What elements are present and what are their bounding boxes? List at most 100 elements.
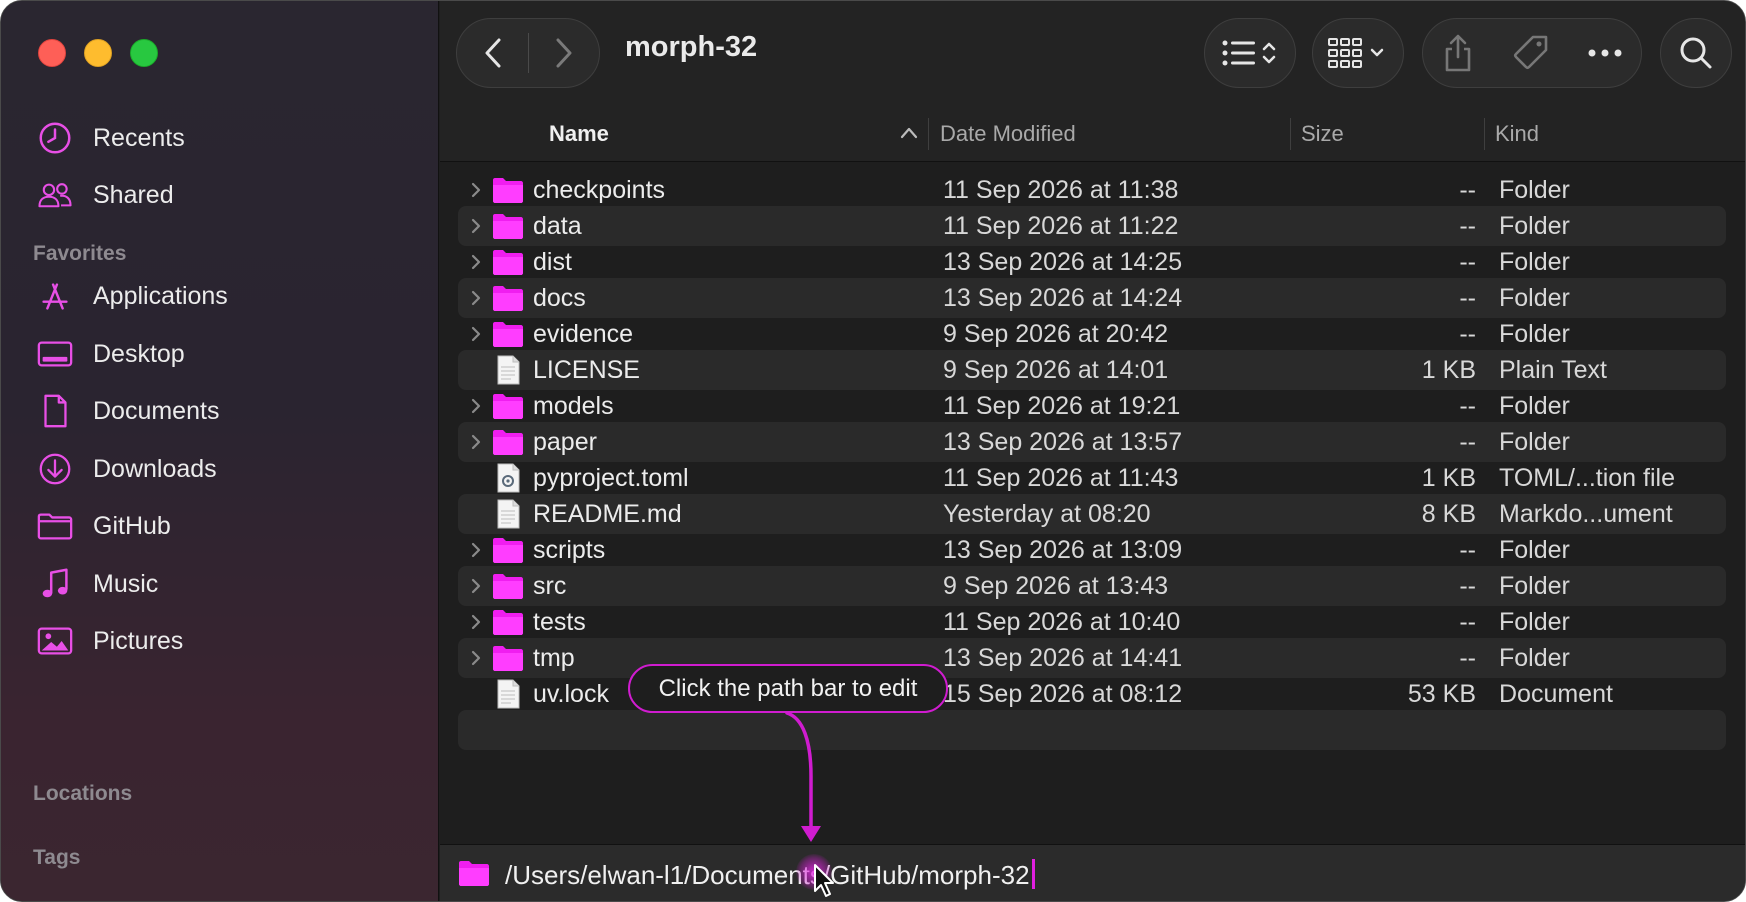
disclosure-chevron-icon[interactable] bbox=[466, 540, 486, 560]
file-size: -- bbox=[1459, 176, 1476, 204]
file-name: checkpoints bbox=[533, 176, 666, 204]
forward-button[interactable] bbox=[529, 36, 599, 70]
file-size: -- bbox=[1459, 428, 1476, 456]
config-file-icon bbox=[497, 463, 520, 493]
sidebar-item-pictures[interactable]: Pictures bbox=[31, 617, 411, 665]
file-kind: Plain Text bbox=[1499, 356, 1607, 384]
file-name: tmp bbox=[533, 644, 575, 672]
disclosure-chevron-icon[interactable] bbox=[466, 648, 486, 668]
file-size: -- bbox=[1459, 212, 1476, 240]
sidebar-item-recents[interactable]: Recents bbox=[31, 114, 411, 162]
disclosure-chevron-icon[interactable] bbox=[466, 180, 486, 200]
disclosure-chevron-icon[interactable] bbox=[466, 288, 486, 308]
zoom-window-button[interactable] bbox=[130, 39, 158, 67]
sidebar-item-music[interactable]: Music bbox=[31, 560, 411, 608]
pictures-icon bbox=[31, 617, 79, 665]
disclosure-chevron-icon[interactable] bbox=[466, 432, 486, 452]
path-text-field[interactable]: /Users/elwan-l1/Documents/GitHub/morph-3… bbox=[505, 859, 1035, 891]
file-kind: Markdo...ument bbox=[1499, 500, 1673, 528]
folder-icon bbox=[493, 322, 523, 347]
file-row[interactable]: models 11 Sep 2026 at 19:21 -- Folder bbox=[458, 386, 1726, 426]
file-kind: Folder bbox=[1499, 248, 1570, 276]
sidebar-item-documents[interactable]: Documents bbox=[31, 387, 411, 435]
search-button[interactable] bbox=[1660, 18, 1732, 88]
hint-arrow-icon bbox=[785, 711, 821, 842]
text-caret bbox=[1031, 859, 1035, 889]
folder-icon bbox=[493, 250, 523, 275]
file-row[interactable]: scripts 13 Sep 2026 at 13:09 -- Folder bbox=[458, 530, 1726, 570]
folder-icon bbox=[493, 538, 523, 563]
column-name[interactable]: Name bbox=[549, 121, 609, 147]
file-row[interactable]: LICENSE 9 Sep 2026 at 14:01 1 KB Plain Text bbox=[458, 350, 1726, 390]
file-date-modified: 13 Sep 2026 at 14:41 bbox=[943, 644, 1183, 672]
file-name: uv.lock bbox=[533, 680, 609, 708]
file-row[interactable]: checkpoints 11 Sep 2026 at 11:38 -- Folder bbox=[458, 170, 1726, 210]
file-date-modified: 11 Sep 2026 at 11:22 bbox=[943, 212, 1179, 240]
file-date-modified: 13 Sep 2026 at 13:09 bbox=[943, 536, 1183, 564]
share-button[interactable] bbox=[1441, 33, 1475, 73]
file-size: -- bbox=[1459, 248, 1476, 276]
file-size: -- bbox=[1459, 536, 1476, 564]
tags-header[interactable]: Tags bbox=[33, 846, 80, 870]
chevron-left-icon bbox=[485, 38, 500, 68]
sidebar-item-label: Desktop bbox=[93, 339, 185, 368]
clock-icon bbox=[31, 114, 79, 162]
file-kind: Folder bbox=[1499, 536, 1570, 564]
file-name: LICENSE bbox=[533, 356, 640, 384]
file-row[interactable]: evidence 9 Sep 2026 at 20:42 -- Folder bbox=[458, 314, 1726, 354]
sidebar-item-applications[interactable]: Applications bbox=[31, 272, 411, 320]
share-icon bbox=[1445, 34, 1471, 72]
column-date-modified[interactable]: Date Modified bbox=[940, 121, 1076, 147]
group-options-button[interactable] bbox=[1312, 18, 1404, 88]
sidebar-item-downloads[interactable]: Downloads bbox=[31, 445, 411, 493]
file-row[interactable]: paper 13 Sep 2026 at 13:57 -- Folder bbox=[458, 422, 1726, 462]
path-bar[interactable]: /Users/elwan-l1/Documents/GitHub/morph-3… bbox=[440, 844, 1745, 901]
file-size: -- bbox=[1459, 392, 1476, 420]
sidebar-item-label: Recents bbox=[93, 123, 185, 152]
file-kind: Folder bbox=[1499, 608, 1570, 636]
disclosure-chevron-icon[interactable] bbox=[466, 324, 486, 344]
locations-header[interactable]: Locations bbox=[33, 782, 132, 806]
column-separator[interactable] bbox=[1290, 118, 1291, 150]
column-size[interactable]: Size bbox=[1301, 121, 1344, 147]
view-options-button[interactable] bbox=[1204, 18, 1296, 88]
sidebar-item-shared[interactable]: Shared bbox=[31, 171, 411, 219]
sidebar-item-label: Downloads bbox=[93, 454, 217, 483]
file-size: -- bbox=[1459, 284, 1476, 312]
disclosure-chevron-icon[interactable] bbox=[466, 612, 486, 632]
file-row[interactable]: dist 13 Sep 2026 at 14:25 -- Folder bbox=[458, 242, 1726, 282]
column-separator[interactable] bbox=[928, 118, 929, 150]
more-actions-button[interactable] bbox=[1587, 48, 1623, 58]
document-icon bbox=[31, 387, 79, 435]
column-separator[interactable] bbox=[1484, 118, 1485, 150]
file-size: -- bbox=[1459, 572, 1476, 600]
disclosure-chevron-icon[interactable] bbox=[466, 576, 486, 596]
disclosure-chevron-icon[interactable] bbox=[466, 216, 486, 236]
column-kind[interactable]: Kind bbox=[1495, 121, 1539, 147]
file-row[interactable]: docs 13 Sep 2026 at 14:24 -- Folder bbox=[458, 278, 1726, 318]
file-kind: Folder bbox=[1499, 392, 1570, 420]
file-row[interactable]: pyproject.toml 11 Sep 2026 at 11:43 1 KB TO… bbox=[458, 458, 1726, 498]
tag-button[interactable] bbox=[1511, 33, 1551, 73]
folder-icon bbox=[493, 430, 523, 455]
sidebar-item-label: Applications bbox=[93, 281, 228, 310]
file-size: -- bbox=[1459, 644, 1476, 672]
file-row[interactable]: data 11 Sep 2026 at 11:22 -- Folder bbox=[458, 206, 1726, 246]
file-kind: Document bbox=[1499, 680, 1613, 708]
file-row[interactable]: tests 11 Sep 2026 at 10:40 -- Folder bbox=[458, 602, 1726, 642]
close-window-button[interactable] bbox=[38, 39, 66, 67]
sort-ascending-icon[interactable] bbox=[900, 126, 918, 140]
file-kind: Folder bbox=[1499, 572, 1570, 600]
file-row[interactable]: src 9 Sep 2026 at 13:43 -- Folder bbox=[458, 566, 1726, 606]
file-size: 8 KB bbox=[1421, 500, 1476, 528]
sidebar-item-desktop[interactable]: Desktop bbox=[31, 330, 411, 378]
file-row[interactable]: README.md Yesterday at 08:20 8 KB Markdo...… bbox=[458, 494, 1726, 534]
folder-icon bbox=[493, 574, 523, 599]
back-button[interactable] bbox=[458, 36, 528, 70]
disclosure-chevron-icon[interactable] bbox=[466, 396, 486, 416]
file-name: pyproject.toml bbox=[533, 464, 689, 492]
sidebar-item-github[interactable]: GitHub bbox=[31, 502, 411, 550]
disclosure-chevron-icon[interactable] bbox=[466, 252, 486, 272]
minimize-window-button[interactable] bbox=[84, 39, 112, 67]
file-kind: Folder bbox=[1499, 320, 1570, 348]
